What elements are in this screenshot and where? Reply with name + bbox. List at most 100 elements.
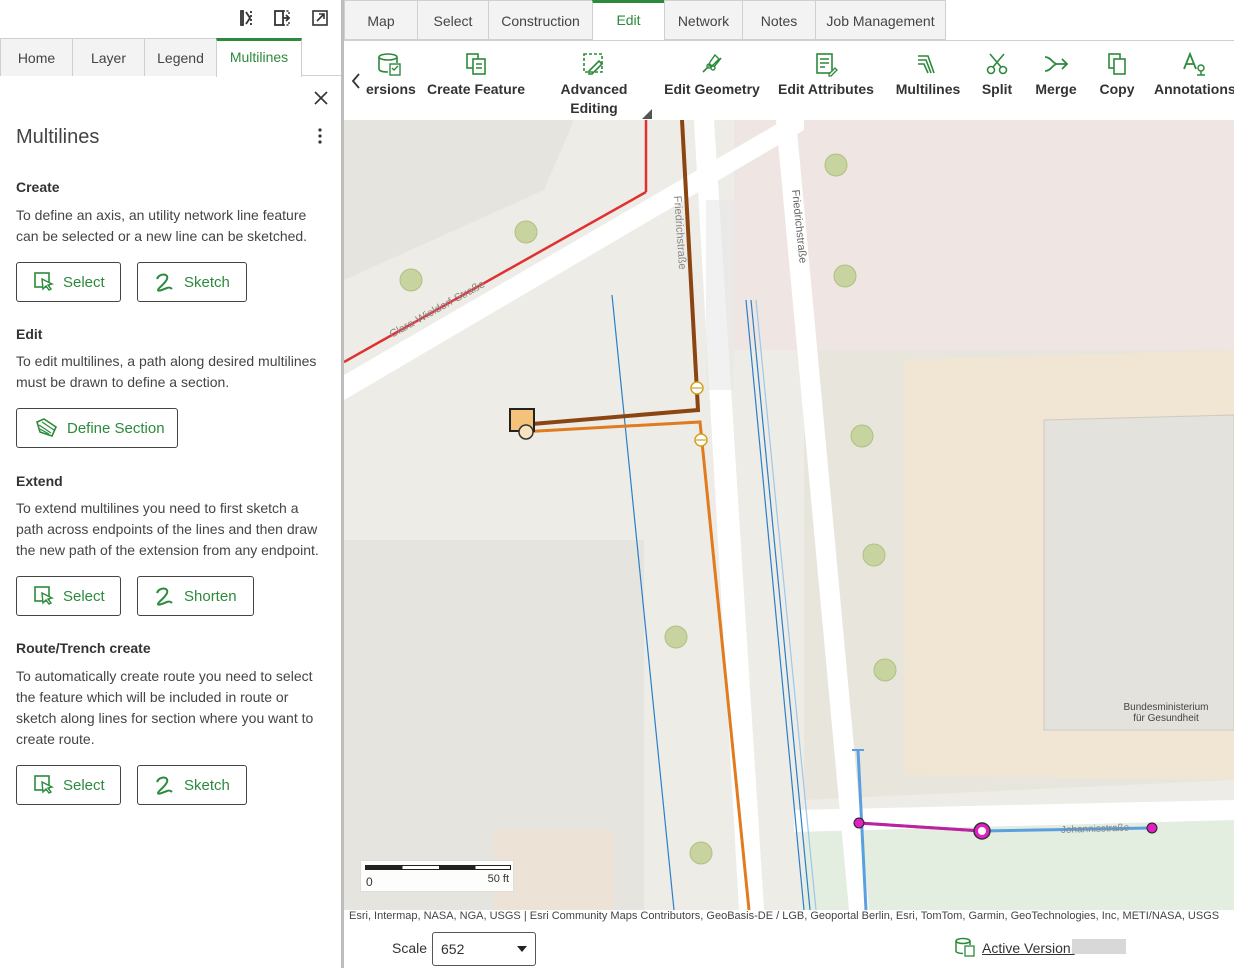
- map-canvas[interactable]: Clara-Wieldorf-Straße Friedrichstraße Fr…: [344, 120, 1234, 910]
- active-version-value: [1072, 939, 1126, 954]
- split-label: Split: [981, 81, 1013, 97]
- tab-notes[interactable]: Notes: [742, 0, 816, 40]
- park-area: [804, 820, 1234, 910]
- active-version-link[interactable]: Active Version:: [982, 940, 1075, 956]
- tab-multilines[interactable]: Multilines: [216, 38, 302, 77]
- advanced-editing-button[interactable]: Advanced Editing: [554, 51, 634, 116]
- create-feature-icon: [466, 53, 486, 75]
- tab-select[interactable]: Select: [417, 0, 489, 40]
- edit-geometry-button[interactable]: Edit Geometry: [662, 51, 762, 97]
- create-heading: Create: [16, 179, 60, 195]
- left-tab-bar: Home Layer Legend Multilines: [0, 38, 341, 77]
- chevron-down-icon: [517, 946, 527, 952]
- versions-label: ersions: [366, 81, 416, 97]
- select-cursor-icon: [34, 586, 55, 605]
- sketch-icon: [156, 776, 173, 795]
- copy-label: Copy: [1099, 81, 1135, 97]
- define-section-button[interactable]: Define Section: [16, 408, 178, 448]
- tab-legend[interactable]: Legend: [144, 38, 217, 76]
- panel-title: Multilines: [16, 126, 100, 148]
- merge-button[interactable]: Merge: [1032, 51, 1080, 97]
- sketch-icon: [156, 273, 173, 292]
- building-block: [344, 120, 574, 280]
- tab-layer[interactable]: Layer: [72, 38, 145, 76]
- extend-heading: Extend: [16, 473, 63, 489]
- route-select-button[interactable]: Select: [16, 765, 121, 805]
- tab-job-management[interactable]: Job Management: [815, 0, 946, 40]
- define-section-label: Define Section: [67, 419, 165, 437]
- map-attribution: Esri, Intermap, NASA, NGA, USGS | Esri C…: [349, 910, 1220, 922]
- endpoint-node[interactable]: [1146, 822, 1158, 834]
- annotations-label: Annotations: [1154, 81, 1234, 97]
- copy-button[interactable]: Copy: [1098, 51, 1136, 97]
- multilines-label: Multilines: [895, 81, 961, 97]
- dock-panel-icon[interactable]: [272, 8, 292, 28]
- endpoint-node[interactable]: [853, 817, 865, 829]
- edit-geometry-icon: [702, 53, 722, 73]
- extend-select-button[interactable]: Select: [16, 576, 121, 616]
- tab-construction[interactable]: Construction: [488, 0, 593, 40]
- top-tab-bar: Map Select Construction Edit Network Not…: [344, 0, 1234, 40]
- junction-node[interactable]: [518, 424, 534, 440]
- merge-icon: [1044, 56, 1069, 72]
- annotations-button[interactable]: Annotations: [1154, 51, 1234, 97]
- sketch-icon: [156, 587, 173, 606]
- popout-panel-icon[interactable]: [310, 8, 330, 28]
- route-heading: Route/Trench create: [16, 640, 151, 656]
- split-button[interactable]: Split: [978, 51, 1016, 97]
- shorten-label: Shorten: [184, 587, 237, 605]
- scale-select[interactable]: 652: [432, 932, 536, 966]
- create-sketch-button[interactable]: Sketch: [137, 262, 247, 302]
- close-icon[interactable]: [311, 88, 331, 108]
- version-database-icon: [955, 937, 975, 957]
- versions-button[interactable]: ersions: [366, 51, 416, 97]
- advanced-editing-icon: [583, 53, 604, 75]
- chevron-left-icon[interactable]: [350, 71, 362, 91]
- route-sketch-label: Sketch: [184, 776, 230, 794]
- status-bar: Scale 652 Active Version:: [344, 928, 1234, 968]
- select-cursor-icon: [34, 272, 55, 291]
- edit-heading: Edit: [16, 326, 43, 342]
- edit-attributes-button[interactable]: Edit Attributes: [776, 51, 876, 97]
- edit-attributes-label: Edit Attributes: [778, 81, 874, 97]
- left-panel: Home Layer Legend Multilines Multilines …: [0, 0, 341, 968]
- ribbon-toolbar: ersions Create Feature Advanced Editing …: [344, 40, 1234, 120]
- scissors-icon: [986, 53, 1008, 75]
- scale-zero-label: 0: [366, 875, 373, 889]
- route-select-label: Select: [63, 776, 105, 794]
- edit-description: To edit multilines, a path along desired…: [16, 353, 317, 390]
- create-select-button[interactable]: Select: [16, 262, 121, 302]
- map-view[interactable]: Clara-Wieldorf-Straße Friedrichstraße Fr…: [344, 120, 1234, 910]
- advanced-editing-label-1: Advanced: [560, 81, 628, 97]
- tab-network[interactable]: Network: [664, 0, 743, 40]
- select-cursor-icon: [34, 775, 55, 794]
- route-description: To automatically create route you need t…: [16, 668, 314, 747]
- panel-toolbar: [0, 0, 341, 38]
- building-label-2: für Gesundheit: [1133, 713, 1199, 724]
- edit-geometry-label: Edit Geometry: [664, 81, 760, 97]
- edit-attributes-icon: [816, 53, 838, 77]
- versions-icon: [378, 53, 401, 76]
- main-area: Map Select Construction Edit Network Not…: [344, 0, 1234, 968]
- building-label-1: Bundesministerium: [1123, 702, 1208, 713]
- extend-description: To extend multilines you need to first s…: [16, 500, 319, 558]
- tab-home[interactable]: Home: [0, 38, 73, 76]
- expand-corner-icon[interactable]: [642, 109, 652, 119]
- multilines-button[interactable]: Multilines: [894, 51, 962, 97]
- scale-bar-graphic: [365, 865, 511, 870]
- route-sketch-button[interactable]: Sketch: [137, 765, 247, 805]
- more-options-icon[interactable]: [312, 126, 328, 146]
- collapse-panel-icon[interactable]: [236, 8, 256, 28]
- multilines-icon: [918, 55, 935, 74]
- scale-bar: 0 50 ft: [360, 860, 514, 892]
- create-feature-label: Create Feature: [426, 81, 526, 97]
- tab-map[interactable]: Map: [344, 0, 418, 40]
- create-feature-button[interactable]: Create Feature: [426, 51, 526, 97]
- define-section-icon: [36, 418, 58, 437]
- shorten-button[interactable]: Shorten: [137, 576, 254, 616]
- tab-edit[interactable]: Edit: [592, 0, 665, 40]
- extend-select-label: Select: [63, 587, 105, 605]
- scale-max-label: 50 ft: [487, 873, 509, 885]
- road-shade: [706, 200, 734, 390]
- merge-label: Merge: [1035, 81, 1077, 97]
